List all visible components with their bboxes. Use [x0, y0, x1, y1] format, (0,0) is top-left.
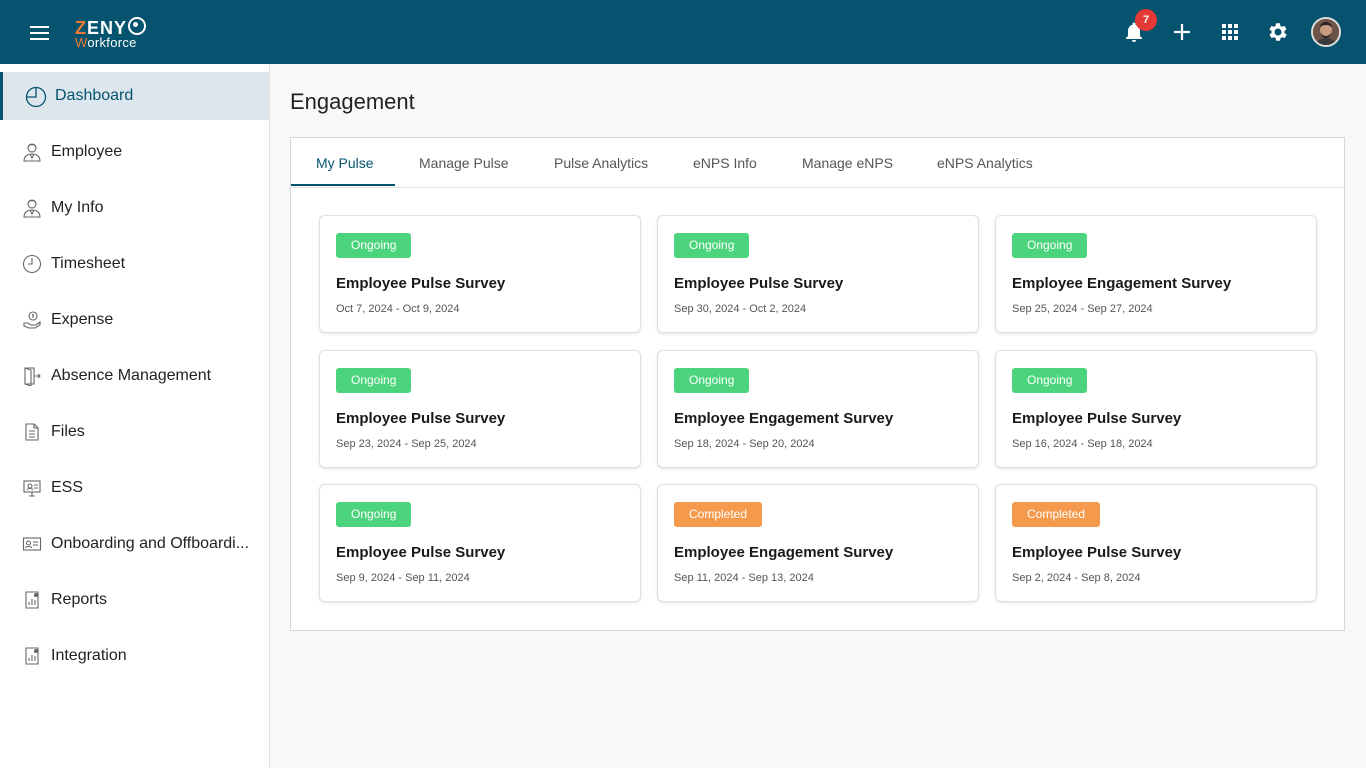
monitor-icon — [22, 478, 42, 498]
survey-title: Employee Pulse Survey — [674, 275, 844, 292]
survey-title: Employee Engagement Survey — [1012, 275, 1232, 292]
status-badge: Completed — [674, 502, 763, 527]
survey-dates: Oct 7, 2024 - Oct 9, 2024 — [336, 303, 460, 315]
status-badge: Ongoing — [336, 368, 412, 393]
top-bar: ZENY Workforce 7 — [0, 0, 1366, 64]
survey-title: Employee Pulse Survey — [1012, 544, 1182, 561]
survey-card[interactable]: Completed Employee Pulse Survey Sep 2, 2… — [995, 484, 1317, 602]
survey-card[interactable]: Ongoing Employee Engagement Survey Sep 1… — [657, 350, 979, 468]
status-badge: Ongoing — [674, 233, 750, 258]
sidebar-item-expense[interactable]: Expense — [0, 296, 269, 344]
survey-dates: Sep 2, 2024 - Sep 8, 2024 — [1012, 572, 1141, 584]
sidebar-item-label: Timesheet — [51, 255, 126, 272]
sidebar-item-timesheet[interactable]: Timesheet — [0, 240, 269, 288]
tab-manage-enps[interactable]: Manage eNPS — [802, 155, 893, 171]
clock-icon — [22, 254, 42, 274]
sidebar-item-label: Files — [51, 423, 85, 440]
sidebar-item-label: My Info — [51, 199, 104, 216]
tab-enps-analytics[interactable]: eNPS Analytics — [937, 155, 1033, 171]
sidebar-item-dashboard[interactable]: Dashboard — [0, 72, 269, 120]
status-badge: Ongoing — [336, 502, 412, 527]
sidebar-item-label: Integration — [51, 647, 127, 664]
survey-card[interactable]: Ongoing Employee Pulse Survey Sep 23, 20… — [319, 350, 641, 468]
sidebar-item-employee[interactable]: Employee — [0, 128, 269, 176]
survey-card[interactable]: Ongoing Employee Engagement Survey Sep 2… — [995, 215, 1317, 333]
my-info-icon — [22, 198, 42, 218]
survey-title: Employee Pulse Survey — [336, 544, 506, 561]
door-icon — [22, 366, 42, 386]
gear-icon[interactable] — [1266, 20, 1290, 44]
plus-icon[interactable] — [1170, 20, 1194, 44]
survey-card[interactable]: Completed Employee Engagement Survey Sep… — [657, 484, 979, 602]
menu-icon[interactable] — [28, 22, 52, 42]
survey-card[interactable]: Ongoing Employee Pulse Survey Sep 30, 20… — [657, 215, 979, 333]
sidebar-item-onboarding[interactable]: Onboarding and Offboardi... — [0, 520, 269, 568]
status-badge: Ongoing — [336, 233, 412, 258]
survey-dates: Sep 16, 2024 - Sep 18, 2024 — [1012, 438, 1153, 450]
survey-dates: Sep 23, 2024 - Sep 25, 2024 — [336, 438, 477, 450]
sidebar: Dashboard Employee My Info Timesheet Exp… — [0, 64, 270, 768]
survey-card[interactable]: Ongoing Employee Pulse Survey Oct 7, 202… — [319, 215, 641, 333]
survey-dates: Sep 25, 2024 - Sep 27, 2024 — [1012, 303, 1153, 315]
sidebar-item-label: Expense — [51, 311, 114, 328]
status-badge: Ongoing — [1012, 233, 1088, 258]
survey-dates: Sep 9, 2024 - Sep 11, 2024 — [336, 572, 470, 584]
status-badge: Completed — [1012, 502, 1101, 527]
survey-dates: Sep 18, 2024 - Sep 20, 2024 — [674, 438, 815, 450]
tab-bar: My Pulse Manage Pulse Pulse Analytics eN… — [291, 138, 1344, 188]
survey-dates: Sep 30, 2024 - Oct 2, 2024 — [674, 303, 807, 315]
tab-enps-info[interactable]: eNPS Info — [693, 155, 757, 171]
app-logo[interactable]: ZENY Workforce — [75, 17, 147, 49]
apps-grid-icon[interactable] — [1218, 20, 1242, 44]
status-badge: Ongoing — [1012, 368, 1088, 393]
tab-manage-pulse[interactable]: Manage Pulse — [419, 155, 509, 171]
sidebar-item-reports[interactable]: Reports — [0, 576, 269, 624]
sidebar-item-label: Absence Management — [51, 367, 212, 384]
notification-badge: 7 — [1135, 9, 1157, 31]
survey-card[interactable]: Ongoing Employee Pulse Survey Sep 9, 202… — [319, 484, 641, 602]
sidebar-item-ess[interactable]: ESS — [0, 464, 269, 512]
survey-title: Employee Engagement Survey — [674, 410, 894, 427]
survey-card[interactable]: Ongoing Employee Pulse Survey Sep 16, 20… — [995, 350, 1317, 468]
sidebar-item-integration[interactable]: Integration — [0, 632, 269, 680]
sidebar-item-label: ESS — [51, 479, 84, 496]
user-avatar[interactable] — [1311, 17, 1341, 47]
active-tab-indicator — [291, 184, 395, 186]
survey-title: Employee Pulse Survey — [336, 410, 506, 427]
engagement-panel: My Pulse Manage Pulse Pulse Analytics eN… — [290, 137, 1345, 631]
survey-title: Employee Engagement Survey — [674, 544, 894, 561]
sidebar-item-my-info[interactable]: My Info — [0, 184, 269, 232]
employee-icon — [22, 142, 42, 162]
survey-dates: Sep 11, 2024 - Sep 13, 2024 — [674, 572, 814, 584]
survey-title: Employee Pulse Survey — [1012, 410, 1182, 427]
status-badge: Ongoing — [674, 368, 750, 393]
sidebar-item-label: Employee — [51, 143, 123, 160]
file-icon — [22, 422, 42, 442]
dashboard-icon — [25, 86, 47, 108]
page-title: Engagement — [290, 89, 415, 114]
sidebar-item-files[interactable]: Files — [0, 408, 269, 456]
tab-my-pulse[interactable]: My Pulse — [316, 155, 374, 171]
sidebar-item-label: Onboarding and Offboardi... — [51, 535, 250, 552]
sidebar-item-label: Reports — [51, 591, 108, 608]
id-card-icon — [22, 534, 42, 554]
integration-icon — [22, 646, 42, 666]
sidebar-item-label: Dashboard — [55, 87, 134, 104]
report-icon — [22, 590, 42, 610]
expense-icon — [22, 310, 42, 330]
sidebar-item-absence-management[interactable]: Absence Management — [0, 352, 269, 400]
survey-title: Employee Pulse Survey — [336, 275, 506, 292]
tab-pulse-analytics[interactable]: Pulse Analytics — [554, 155, 648, 171]
